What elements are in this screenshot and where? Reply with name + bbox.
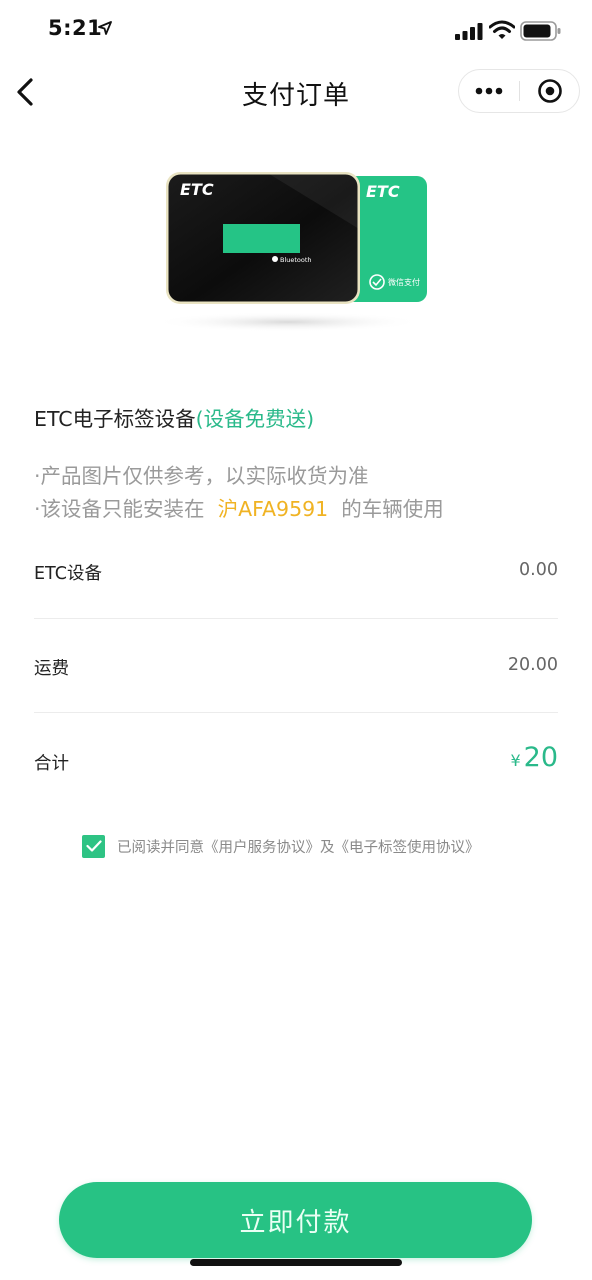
note-line-2: ·该设备只能安装在 沪AFA9591 的车辆使用 [34, 497, 444, 521]
product-image: ETC 微信支付 ETC Bluetooth [150, 168, 440, 338]
total-label: 合计 [34, 754, 69, 774]
mini-program-capsule [458, 69, 580, 113]
more-dots-icon [475, 87, 503, 95]
more-button[interactable] [459, 70, 519, 112]
agreement-text[interactable]: 已阅读并同意《用户服务协议》及《电子标签使用协议》 [117, 836, 480, 857]
product-title: ETC电子标签设备(设备免费送) [34, 402, 314, 432]
status-time: 5:21 [48, 16, 103, 40]
device-screen [223, 224, 300, 253]
total-amount: 20 [523, 742, 558, 773]
location-arrow-icon [98, 20, 112, 39]
product-name: ETC电子标签设备 [34, 407, 196, 431]
target-close-icon [538, 79, 562, 103]
check-icon [85, 840, 102, 852]
license-plate: 沪AFA9591 [217, 497, 329, 521]
status-bar: 5:21 [0, 0, 592, 64]
agreement-checkbox[interactable] [82, 834, 105, 858]
currency-symbol: ¥ [510, 751, 521, 770]
agreement: 已阅读并同意《用户服务协议》及《电子标签使用协议》 [82, 834, 480, 858]
row-value: 20.00 [507, 655, 558, 675]
device-label: Bluetooth [280, 256, 312, 264]
wifi-icon [488, 20, 516, 44]
free-tag: (设备免费送) [195, 407, 315, 431]
card-label: 微信支付 [388, 277, 420, 287]
pay-now-button[interactable]: 立即付款 [59, 1182, 532, 1258]
etc-device: ETC Bluetooth [166, 172, 360, 304]
etc-device-row: ETC设备 0.00 [34, 560, 558, 656]
row-divider [34, 712, 558, 713]
nav-bar: 支付订单 [0, 64, 592, 120]
bluetooth-icon [272, 256, 278, 262]
note-line-1: ·产品图片仅供参考，以实际收货为准 [34, 464, 369, 488]
shipping-row: 运费 20.00 [34, 655, 558, 751]
row-label: 运费 [34, 659, 69, 679]
device-logo: ETC [180, 180, 214, 199]
battery-icon [520, 21, 562, 45]
card-logo: ETC [366, 182, 400, 201]
close-button[interactable] [520, 70, 580, 112]
row-value: 0.00 [519, 560, 558, 580]
row-divider [34, 618, 558, 619]
product-notes: ·产品图片仅供参考，以实际收货为准 ·该设备只能安装在 沪AFA9591 的车辆… [34, 460, 444, 526]
total-value: ¥20 [510, 742, 558, 773]
signal-icon [455, 23, 483, 44]
total-row: 合计 ¥20 [34, 742, 558, 846]
screen: 5:21 支付订单 ETC 微信支付 ETC Bluetooth ETC电子标签… [0, 0, 592, 1280]
row-label: ETC设备 [34, 564, 102, 584]
home-indicator [190, 1259, 402, 1266]
